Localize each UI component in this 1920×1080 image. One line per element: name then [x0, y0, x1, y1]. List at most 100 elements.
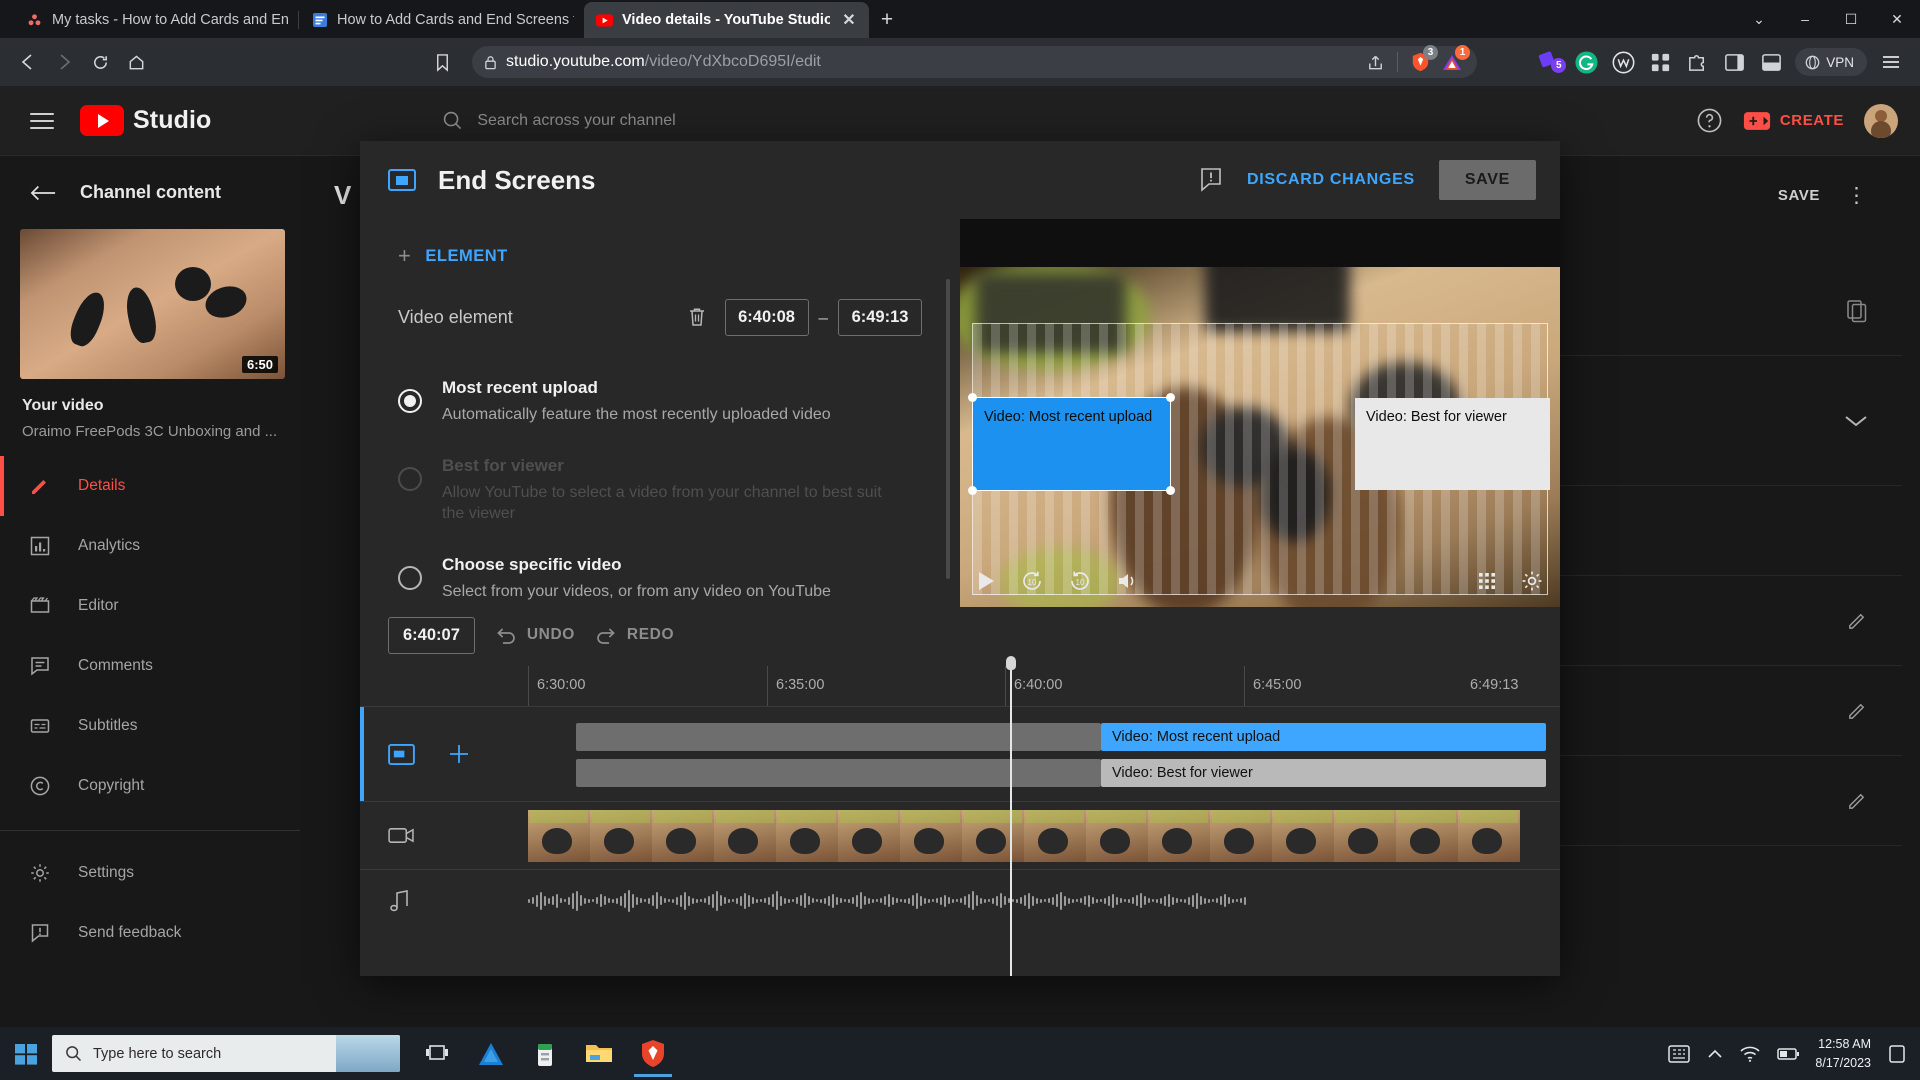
- studio-logo[interactable]: Studio: [80, 105, 211, 136]
- purple-extension-icon[interactable]: 5: [1536, 49, 1567, 75]
- trash-icon[interactable]: [685, 305, 711, 331]
- option-most-recent-upload[interactable]: Most recent upload Automatically feature…: [398, 362, 922, 440]
- brave-browser-icon[interactable]: [630, 1031, 676, 1077]
- hamburger-menu-icon[interactable]: [1878, 49, 1904, 75]
- option-choose-specific-video[interactable]: Choose specific video Select from your v…: [398, 539, 922, 604]
- sidebar-item-analytics[interactable]: Analytics: [0, 516, 300, 576]
- mail-icon[interactable]: [468, 1031, 514, 1077]
- timeline-ruler[interactable]: 6:30:00 6:35:00 6:40:00 6:45:00 6:49:13: [360, 666, 1560, 706]
- battery-icon[interactable]: [1776, 1046, 1800, 1062]
- track-body[interactable]: [528, 870, 1560, 931]
- studio-search-input[interactable]: Search across your channel: [442, 101, 1212, 141]
- create-button[interactable]: CREATE: [1743, 111, 1844, 131]
- back-to-channel-content[interactable]: Channel content: [0, 156, 300, 229]
- store-icon[interactable]: [522, 1031, 568, 1077]
- maximize-button[interactable]: ☐: [1828, 0, 1874, 38]
- clock[interactable]: 12:58 AM 8/17/2023: [1815, 1035, 1871, 1071]
- end-screen-icon: [388, 743, 415, 765]
- sidebar-item-details[interactable]: Details: [0, 456, 300, 516]
- menu-icon[interactable]: [22, 101, 62, 141]
- new-tab-button[interactable]: +: [869, 4, 905, 36]
- puzzle-extension-icon[interactable]: [1684, 49, 1710, 75]
- show-hidden-icons-chevron[interactable]: [1706, 1047, 1724, 1061]
- browser-tab-1[interactable]: How to Add Cards and End Screens to: [298, 2, 584, 38]
- grid-extension-icon[interactable]: [1647, 49, 1673, 75]
- radio-button[interactable]: [398, 389, 422, 413]
- sidebar-item-settings[interactable]: Settings: [0, 843, 300, 903]
- track-body[interactable]: Video: Most recent upload Video: Best fo…: [528, 707, 1560, 801]
- address-bar[interactable]: studio.youtube.com/video/YdXbcoD695I/edi…: [472, 45, 1477, 78]
- resize-handle[interactable]: [968, 393, 977, 402]
- search-input[interactable]: Type here to search: [52, 1035, 400, 1072]
- sidebar-item-subtitles[interactable]: Subtitles: [0, 696, 300, 756]
- preview-element-most-recent-upload[interactable]: Video: Most recent upload: [968, 393, 1175, 495]
- grammarly-alert-icon[interactable]: 1: [1439, 45, 1470, 75]
- chevron-down-icon[interactable]: ⌄: [1736, 0, 1782, 38]
- sidebar-item-comments[interactable]: Comments: [0, 636, 300, 696]
- element-end-time-input[interactable]: 6:49:13: [838, 299, 922, 336]
- save-button[interactable]: SAVE: [1438, 160, 1536, 200]
- play-icon[interactable]: [976, 570, 996, 592]
- add-element-button[interactable]: + ELEMENT: [360, 237, 960, 269]
- undo-button[interactable]: UNDO: [495, 626, 575, 644]
- avatar[interactable]: [1864, 103, 1898, 138]
- wallet-icon[interactable]: [1610, 49, 1636, 75]
- sidebar-item-send-feedback[interactable]: Send feedback: [0, 903, 300, 963]
- page-save-button[interactable]: SAVE: [1778, 187, 1828, 204]
- plus-icon[interactable]: [447, 742, 471, 766]
- reload-icon[interactable]: [82, 45, 118, 79]
- track-audio[interactable]: [360, 869, 1560, 931]
- feedback-icon[interactable]: [1199, 167, 1223, 193]
- resize-handle[interactable]: [1166, 486, 1175, 495]
- forward-10-icon[interactable]: 10: [1068, 569, 1092, 593]
- home-icon[interactable]: [118, 45, 154, 79]
- redo-button[interactable]: REDO: [595, 626, 674, 644]
- preview-element-best-for-viewer[interactable]: Video: Best for viewer: [1355, 398, 1550, 490]
- grammarly-icon[interactable]: [1573, 49, 1599, 75]
- bookmark-icon[interactable]: [424, 45, 460, 79]
- discard-changes-button[interactable]: DISCARD CHANGES: [1247, 171, 1415, 189]
- brave-shields-icon[interactable]: 3: [1407, 45, 1438, 75]
- split-view-icon[interactable]: [1758, 49, 1784, 75]
- close-icon[interactable]: ✕: [839, 10, 859, 30]
- share-icon[interactable]: [1362, 49, 1388, 75]
- timeline-bar-most-recent-upload[interactable]: Video: Most recent upload: [1101, 723, 1546, 751]
- network-icon[interactable]: [1739, 1045, 1761, 1063]
- panel-scrollbar[interactable]: [946, 279, 950, 579]
- rewind-10-icon[interactable]: 10: [1020, 569, 1044, 593]
- timeline-current-time[interactable]: 6:40:07: [388, 616, 475, 654]
- video-thumbnail[interactable]: 6:50: [20, 229, 285, 379]
- grid-icon[interactable]: [1476, 570, 1498, 592]
- resize-handle[interactable]: [1166, 393, 1175, 402]
- browser-tab-2[interactable]: Video details - YouTube Studio ✕: [584, 2, 869, 38]
- help-icon[interactable]: [1696, 107, 1723, 134]
- radio-button[interactable]: [398, 565, 422, 590]
- windows-start-icon[interactable]: [0, 1027, 52, 1080]
- close-window-button[interactable]: ✕: [1874, 0, 1920, 38]
- minimize-button[interactable]: –: [1782, 0, 1828, 38]
- sidebar-item-copyright[interactable]: Copyright: [0, 756, 300, 816]
- keyboard-layout-icon[interactable]: [1667, 1043, 1691, 1065]
- browser-tab-0[interactable]: My tasks - How to Add Cards and End: [14, 2, 299, 38]
- more-options-button[interactable]: ⋮: [1846, 183, 1886, 208]
- vpn-button[interactable]: VPN: [1795, 48, 1867, 76]
- track-video[interactable]: [360, 801, 1560, 869]
- waveform-bar: [704, 898, 706, 903]
- file-explorer-icon[interactable]: [576, 1031, 622, 1077]
- sidebar-icon[interactable]: [1721, 49, 1747, 75]
- sidebar-item-editor[interactable]: Editor: [0, 576, 300, 636]
- gear-icon[interactable]: [1520, 569, 1544, 593]
- track-body[interactable]: [528, 802, 1560, 869]
- task-view-icon[interactable]: [414, 1031, 460, 1077]
- element-start-time-input[interactable]: 6:40:08: [724, 299, 809, 336]
- volume-icon[interactable]: [1116, 570, 1140, 592]
- resize-handle[interactable]: [968, 486, 977, 495]
- track-end-screens[interactable]: Video: Most recent upload Video: Best fo…: [360, 706, 1560, 801]
- notification-icon[interactable]: [1886, 1044, 1908, 1064]
- video-preview[interactable]: Video: Most recent upload Video: Best fo…: [960, 267, 1560, 607]
- waveform-bar: [860, 892, 862, 909]
- playhead-knob[interactable]: [1006, 656, 1016, 670]
- back-icon[interactable]: [10, 45, 46, 79]
- timeline-bar-best-for-viewer[interactable]: Video: Best for viewer: [1101, 759, 1546, 787]
- timeline-playhead[interactable]: [1006, 656, 1016, 976]
